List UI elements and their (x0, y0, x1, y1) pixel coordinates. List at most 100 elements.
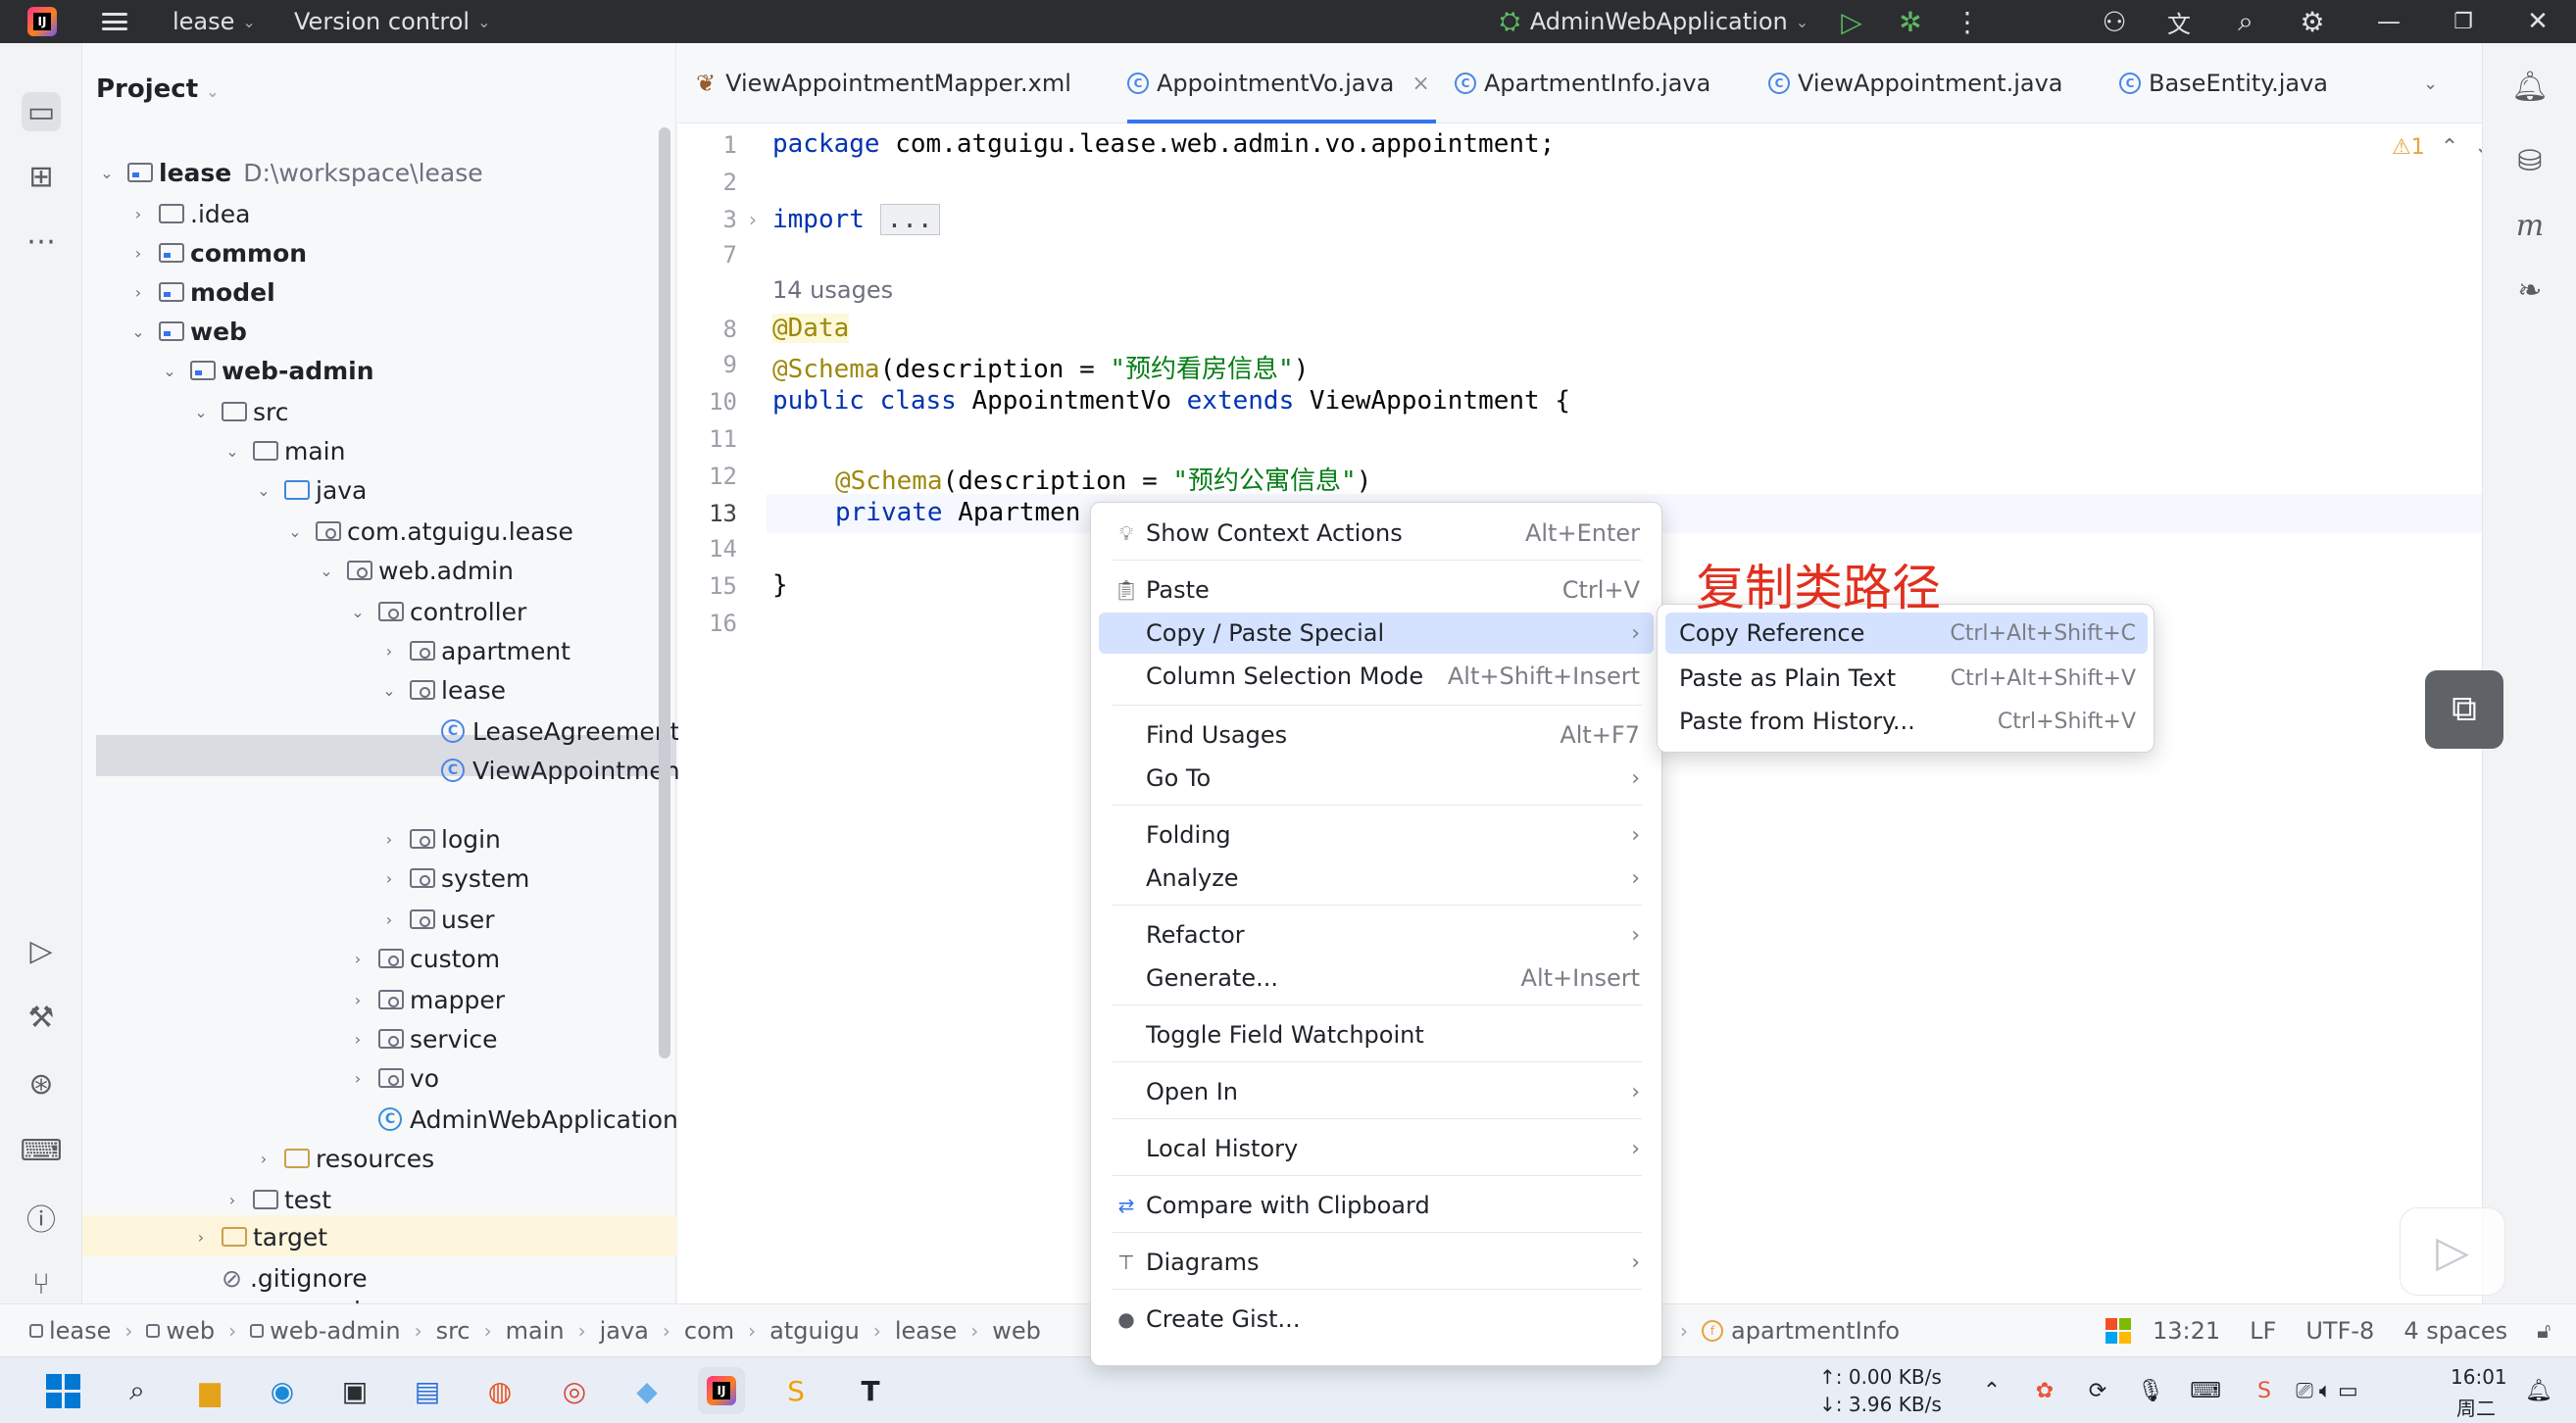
problems-tool-icon[interactable]: ⓘ (22, 1198, 61, 1238)
translate-button[interactable]: 文 (2162, 0, 2196, 43)
breadcrumb-item[interactable]: lease (895, 1317, 957, 1345)
taskbar-edge[interactable]: ◉ (259, 1367, 306, 1414)
debug-button[interactable]: ✲ (1894, 0, 1927, 43)
caret-position[interactable]: 13:21 (2153, 1317, 2220, 1345)
tree-item-admin-web-application[interactable]: C AdminWebApplication (378, 1100, 678, 1139)
project-view-selector[interactable]: Project ⌄ (96, 74, 220, 104)
clock-day[interactable]: 周二 (2456, 1393, 2496, 1421)
menu-analyze[interactable]: Analyze › (1099, 858, 1654, 899)
tab-base-entity-java[interactable]: C BaseEntity.java (2119, 43, 2328, 123)
menu-copy-paste-special[interactable]: Copy / Paste Special › (1099, 613, 1654, 654)
tray-overflow-button[interactable]: ⌃ (1968, 1367, 2015, 1414)
menu-refactor[interactable]: Refactor › (1099, 914, 1654, 956)
project-tool-icon[interactable]: ▭ (22, 92, 61, 131)
taskbar-sublime[interactable]: S (772, 1367, 819, 1414)
tree-item-system[interactable]: › system (378, 859, 530, 898)
more-tools-icon[interactable]: ⋯ (22, 221, 61, 261)
tree-item-lease-root[interactable]: ⌄ lease D:\workspace\lease (96, 153, 482, 192)
run-button[interactable]: ▷ (1835, 0, 1868, 43)
search-button[interactable]: ⌕ (2229, 0, 2262, 43)
tree-item-view-appointment-controller[interactable]: C ViewAppointment (441, 751, 689, 790)
tree-item-login[interactable]: › login (378, 819, 501, 859)
taskbar-typora[interactable]: T (847, 1367, 894, 1414)
menu-folding[interactable]: Folding › (1099, 814, 1654, 856)
tray-mic[interactable]: 🎙︎ (2127, 1367, 2174, 1414)
tree-item-idea[interactable]: › .idea (127, 194, 251, 233)
terminal-tool-icon[interactable]: ⌨ (20, 1131, 62, 1170)
add-user-button[interactable]: ⚇ (2098, 0, 2131, 43)
vcs-widget[interactable]: Version control ⌄ (294, 0, 490, 43)
menu-diagrams[interactable]: ⊤ Diagrams › (1099, 1242, 1654, 1283)
menu-column-selection-mode[interactable]: Column Selection Mode Alt+Shift+Insert (1099, 656, 1654, 697)
submenu-paste-from-history[interactable]: Paste from History... Ctrl+Shift+V (1665, 701, 2148, 742)
taskbar-search[interactable]: ⌕ (114, 1367, 161, 1414)
menu-local-history[interactable]: Local History › (1099, 1128, 1654, 1169)
run-config-selector[interactable]: ⛭ AdminWebApplication ⌄ (1500, 0, 1808, 43)
minimize-button[interactable]: — (2372, 0, 2405, 43)
tree-item-apartment[interactable]: › apartment (378, 631, 570, 670)
tray-app-1[interactable]: ✿ (2021, 1367, 2068, 1414)
tree-item-gitignore[interactable]: ⊘ .gitignore (222, 1258, 368, 1298)
restore-button[interactable]: ❐ (2447, 0, 2480, 43)
menu-generate[interactable]: Generate... Alt+Insert (1099, 957, 1654, 999)
breadcrumb-item[interactable]: web (166, 1317, 215, 1345)
menu-open-in[interactable]: Open In › (1099, 1071, 1654, 1112)
file-encoding[interactable]: UTF-8 (2305, 1317, 2374, 1345)
tree-item-main[interactable]: ⌄ main (222, 431, 345, 470)
tab-view-appointment-mapper-xml[interactable]: ❦ ViewAppointmentMapper.xml (696, 43, 1071, 123)
tray-input-method[interactable]: ⌨ (2182, 1367, 2229, 1414)
tray-sync[interactable]: ⟳ (2074, 1367, 2121, 1414)
tree-item-custom[interactable]: › custom (347, 939, 500, 978)
tabs-overflow-button[interactable]: ⌄ (2423, 43, 2438, 123)
tab-appointment-vo-java[interactable]: C AppointmentVo.java × (1127, 43, 1436, 123)
breadcrumb-item[interactable]: java (600, 1317, 649, 1345)
structure-tool-icon[interactable]: ⊞ (22, 157, 61, 196)
breadcrumb-item[interactable]: lease (49, 1317, 111, 1345)
notifications-bell-icon[interactable]: 🔔︎ (2510, 67, 2550, 106)
taskbar-file-explorer[interactable]: ▆ (186, 1367, 233, 1414)
tab-view-appointment-java[interactable]: C ViewAppointment.java (1768, 43, 2063, 123)
tray-network-volume[interactable]: ⎚ 🔈︎ ▭ (2296, 1367, 2358, 1414)
tree-item-model[interactable]: › model (127, 272, 275, 312)
project-switcher[interactable]: lease ⌄ (173, 0, 256, 43)
usages-hint[interactable]: 14 usages (772, 276, 893, 304)
database-icon[interactable]: ⛁ (2510, 141, 2550, 180)
lock-icon[interactable]: 🔓︎ (2537, 1319, 2551, 1344)
breadcrumb-item[interactable]: web-admin (270, 1317, 401, 1345)
tray-app-2[interactable]: S (2241, 1367, 2288, 1414)
video-play-button[interactable]: ▷ (2400, 1207, 2505, 1296)
tree-item-web[interactable]: ⌄ web (127, 312, 247, 351)
line-separator[interactable]: LF (2250, 1317, 2276, 1345)
start-button[interactable] (39, 1367, 86, 1414)
tree-item-src[interactable]: ⌄ src (190, 392, 288, 431)
tree-item-common[interactable]: › common (127, 233, 307, 272)
submenu-paste-as-plain-text[interactable]: Paste as Plain Text Ctrl+Alt+Shift+V (1665, 658, 2148, 699)
menu-paste[interactable]: 📋︎ Paste Ctrl+V (1099, 569, 1654, 611)
services-tool-icon[interactable]: ⊛ (22, 1064, 61, 1104)
menu-create-gist[interactable]: ● Create Gist... (1099, 1299, 1654, 1340)
breadcrumb-item[interactable]: atguigu (769, 1317, 860, 1345)
tree-item-web-admin[interactable]: ⌄ web-admin (159, 351, 373, 390)
close-icon[interactable]: × (1412, 72, 1429, 96)
taskbar-ubuntu[interactable]: ◍ (476, 1367, 523, 1414)
tab-apartment-info-java[interactable]: C ApartmentInfo.java (1455, 43, 1710, 123)
tree-item-user[interactable]: › user (378, 900, 495, 939)
menu-compare-with-clipboard[interactable]: ⇄ Compare with Clipboard (1099, 1185, 1654, 1226)
breadcrumb-item[interactable]: main (506, 1317, 565, 1345)
tree-item-mapper[interactable]: › mapper (347, 980, 505, 1019)
run-tool-icon[interactable]: ▷ (22, 931, 61, 970)
breadcrumb-field[interactable]: › f apartmentInfo (1666, 1304, 1900, 1357)
git-tool-icon[interactable]: ⑂ (22, 1264, 61, 1303)
breadcrumb-item[interactable]: src (436, 1317, 471, 1345)
build-tool-icon[interactable]: ⚒ (22, 998, 61, 1037)
tree-item-resources[interactable]: › resources (253, 1139, 434, 1178)
breadcrumb-item[interactable]: web (992, 1317, 1041, 1345)
floating-screenshot-button[interactable]: ⧉ (2425, 670, 2503, 749)
clock-time[interactable]: 16:01 (2451, 1365, 2507, 1389)
taskbar-intellij[interactable]: IJ (698, 1367, 745, 1414)
tree-item-service[interactable]: › service (347, 1019, 498, 1058)
indent-setting[interactable]: 4 spaces (2403, 1317, 2507, 1345)
close-button[interactable]: ✕ (2521, 0, 2554, 43)
fold-expand-icon[interactable]: › (749, 208, 757, 231)
tree-item-web-admin-pkg[interactable]: ⌄ web.admin (316, 551, 514, 590)
